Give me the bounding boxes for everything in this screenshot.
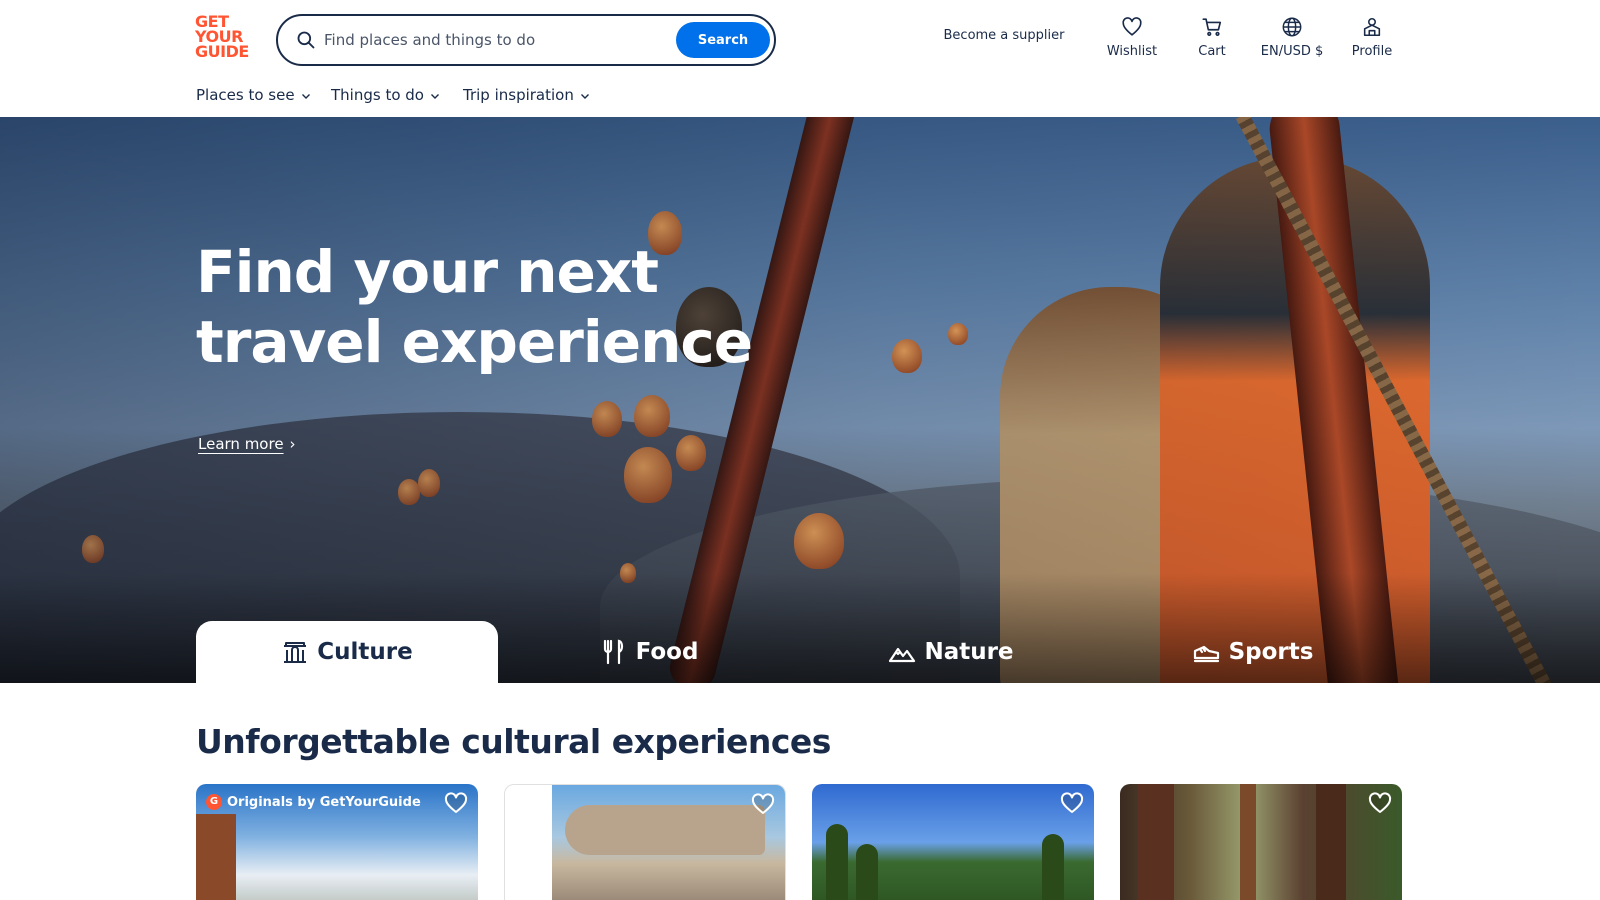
- wishlist-heart-icon[interactable]: [1368, 792, 1392, 814]
- search-bar: Search: [276, 14, 776, 66]
- search-button[interactable]: Search: [676, 22, 770, 58]
- subnav-places-to-see[interactable]: Places to see: [196, 86, 311, 104]
- wishlist-heart-icon[interactable]: [444, 792, 468, 814]
- tab-label: Nature: [924, 639, 1014, 665]
- wishlist-heart-icon[interactable]: [751, 793, 775, 815]
- hero-banner: Find your next travel experience Learn m…: [0, 117, 1600, 683]
- learn-more-label: Learn more: [198, 435, 284, 453]
- tab-nature[interactable]: Nature: [800, 621, 1102, 683]
- mountain-icon: [889, 647, 916, 663]
- sneaker-icon: [1193, 645, 1219, 663]
- tab-label: Culture: [317, 639, 413, 665]
- search-icon: [297, 31, 315, 49]
- subnav-trip-inspiration[interactable]: Trip inspiration: [463, 86, 590, 104]
- chevron-down-icon: [430, 93, 439, 99]
- card-image: [196, 814, 236, 900]
- cart-button[interactable]: Cart: [1172, 16, 1252, 64]
- search-input[interactable]: [324, 25, 664, 55]
- profile-icon: [1363, 17, 1381, 37]
- chevron-down-icon: [301, 93, 310, 99]
- cart-icon: [1202, 18, 1222, 36]
- subnav-label: Things to do: [331, 86, 424, 104]
- category-tabs: Culture Food Nature Sports: [196, 621, 1404, 683]
- learn-more-link[interactable]: Learn more ›: [198, 435, 296, 453]
- become-supplier-link[interactable]: Become a supplier: [934, 28, 1074, 43]
- experience-card[interactable]: [504, 784, 786, 900]
- fork-knife-icon: [603, 639, 623, 665]
- tab-food[interactable]: Food: [498, 621, 800, 683]
- fighter-jet-image: [565, 805, 765, 855]
- cypress-tree-image: [826, 824, 848, 900]
- tab-label: Sports: [1228, 639, 1314, 665]
- heart-icon: [1122, 17, 1142, 36]
- getyourguide-g-icon: G: [206, 794, 222, 810]
- section-title: Unforgettable cultural experiences: [196, 722, 831, 761]
- wishlist-label: Wishlist: [1106, 44, 1158, 59]
- tab-culture[interactable]: Culture: [196, 621, 498, 683]
- profile-label: Profile: [1351, 44, 1393, 59]
- experience-card[interactable]: G Originals by GetYourGuide: [196, 784, 478, 900]
- originals-badge: G Originals by GetYourGuide: [206, 794, 421, 810]
- museum-icon: [284, 642, 307, 663]
- logo-line-3: GUIDE: [195, 42, 249, 61]
- cypress-tree-image: [1042, 834, 1064, 900]
- chevron-right-icon: ›: [289, 435, 296, 453]
- getyourguide-logo[interactable]: GET YOUR GUIDE: [195, 14, 255, 62]
- tab-label: Food: [635, 639, 699, 665]
- redwood-trunk-image: [1316, 784, 1346, 900]
- subnav-things-to-do[interactable]: Things to do: [331, 86, 440, 104]
- badge-label: Originals by GetYourGuide: [227, 794, 421, 810]
- subnav-label: Trip inspiration: [463, 86, 574, 104]
- hero-title: Find your next travel experience: [196, 238, 753, 376]
- wishlist-button[interactable]: Wishlist: [1092, 16, 1172, 64]
- subnav-label: Places to see: [196, 86, 295, 104]
- globe-icon: [1282, 17, 1302, 37]
- locale-label: EN/USD $: [1260, 44, 1324, 59]
- profile-button[interactable]: Profile: [1332, 16, 1412, 64]
- cart-label: Cart: [1198, 44, 1226, 59]
- experience-card[interactable]: [1120, 784, 1402, 900]
- tab-sports[interactable]: Sports: [1102, 621, 1404, 683]
- wishlist-heart-icon[interactable]: [1060, 792, 1084, 814]
- redwood-trunk-image: [1138, 784, 1174, 900]
- redwood-trunk-image: [1240, 784, 1256, 900]
- locale-currency-button[interactable]: EN/USD $: [1252, 16, 1332, 64]
- chevron-down-icon: [580, 93, 589, 99]
- experience-card[interactable]: [812, 784, 1094, 900]
- cypress-tree-image: [856, 844, 878, 900]
- site-header: GET YOUR GUIDE Search Become a supplier …: [0, 0, 1600, 117]
